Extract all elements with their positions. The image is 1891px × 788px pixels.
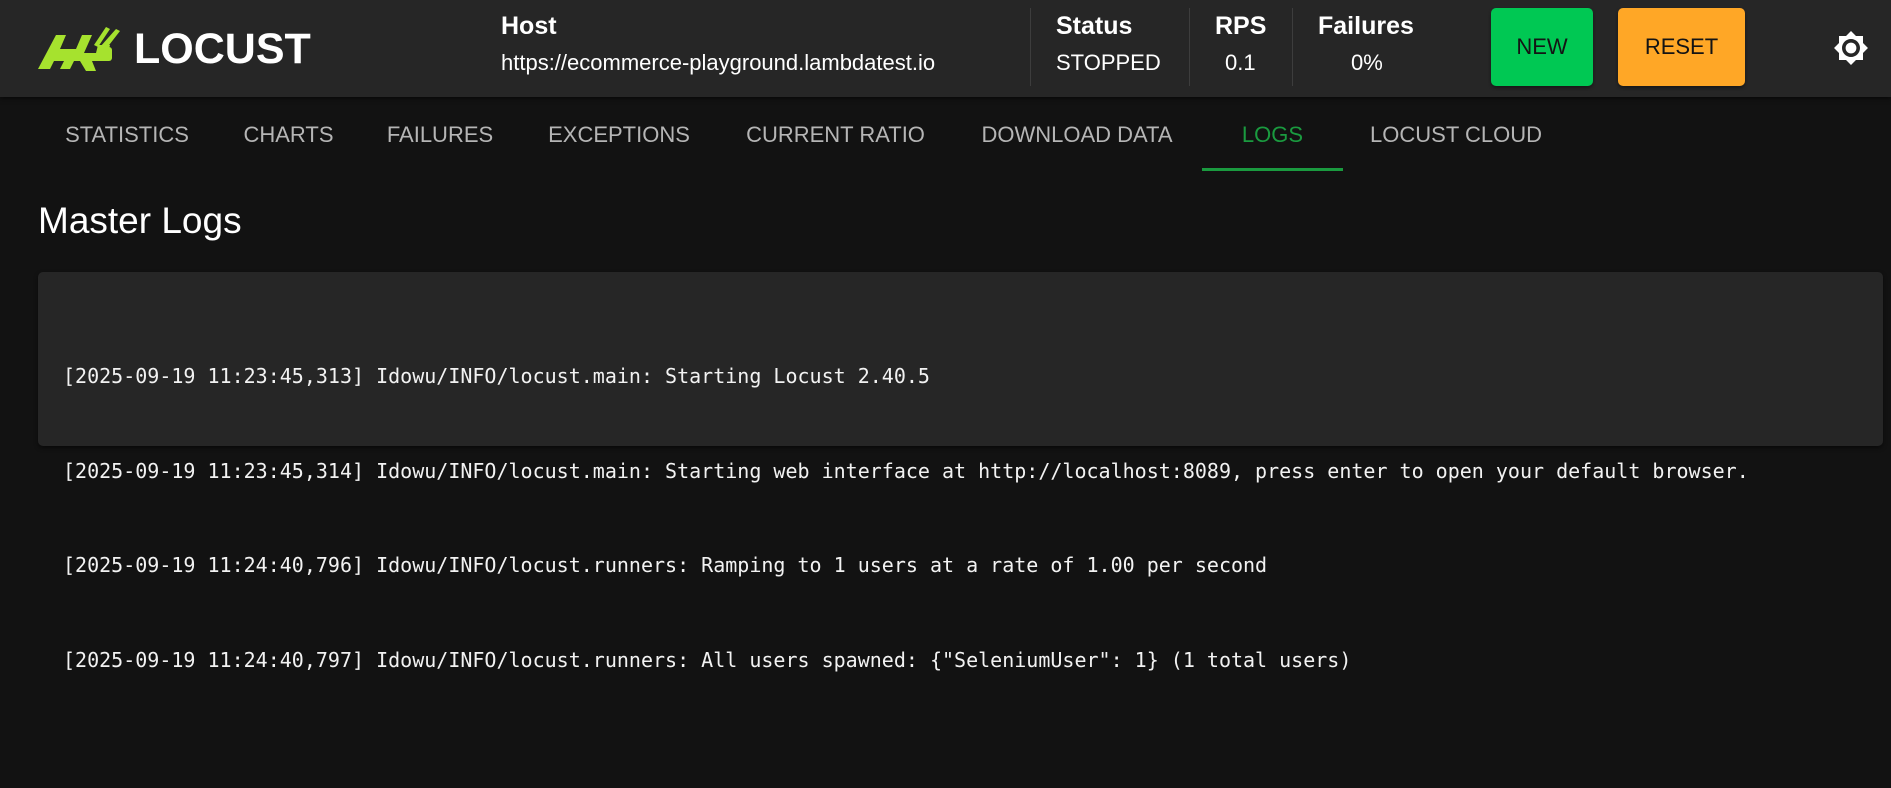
failures-value: 0% [1351, 50, 1383, 75]
log-line: [2025-09-19 11:24:40,796] Idowu/INFO/loc… [63, 553, 1268, 577]
locust-logo[interactable]: LOCUST [36, 26, 311, 72]
log-line: [2025-09-19 11:23:45,313] Idowu/INFO/loc… [63, 364, 930, 388]
page-title: Master Logs [38, 200, 242, 241]
tab-current-ratio[interactable]: CURRENT RATIO [719, 97, 952, 173]
rps-label: RPS [1215, 12, 1267, 40]
app-name: LOCUST [134, 25, 311, 73]
log-line: [2025-09-19 11:23:45,314] Idowu/INFO/loc… [63, 458, 1749, 483]
status-label: Status [1056, 12, 1133, 40]
top-app-bar: LOCUST Host https://ecommerce-playground… [0, 0, 1891, 97]
main-tabs: STATISTICS CHARTS FAILURES EXCEPTIONS CU… [0, 97, 1891, 173]
reset-stats-button[interactable]: RESET [1618, 8, 1745, 86]
grasshopper-icon [38, 27, 120, 71]
stat-divider [1030, 8, 1031, 86]
new-test-button[interactable]: NEW [1491, 8, 1593, 86]
rps-value: 0.1 [1225, 50, 1256, 75]
host-value: https://ecommerce-playground.lambdatest.… [501, 50, 936, 75]
tab-charts[interactable]: CHARTS [216, 97, 361, 173]
log-lines: [2025-09-19 11:23:45,313] Idowu/INFO/loc… [63, 298, 1749, 739]
brightness-icon [1834, 31, 1868, 65]
tab-download-data[interactable]: DOWNLOAD DATA [952, 97, 1202, 173]
host-label: Host [501, 12, 557, 40]
active-tab-indicator [1202, 168, 1343, 171]
tab-locust-cloud[interactable]: LOCUST CLOUD [1343, 97, 1569, 173]
stat-divider [1189, 8, 1190, 86]
tab-failures[interactable]: FAILURES [361, 97, 519, 173]
theme-toggle-button[interactable] [1833, 30, 1869, 66]
failures-label: Failures [1318, 12, 1414, 40]
log-panel: [2025-09-19 11:23:45,313] Idowu/INFO/loc… [38, 272, 1883, 672]
tab-exceptions[interactable]: EXCEPTIONS [519, 97, 719, 173]
tab-logs[interactable]: LOGS [1202, 97, 1343, 173]
stat-divider [1292, 8, 1293, 86]
tab-statistics[interactable]: STATISTICS [38, 97, 216, 173]
log-line: [2025-09-19 11:24:40,797] Idowu/INFO/loc… [63, 647, 1352, 672]
status-value: STOPPED [1056, 50, 1161, 75]
